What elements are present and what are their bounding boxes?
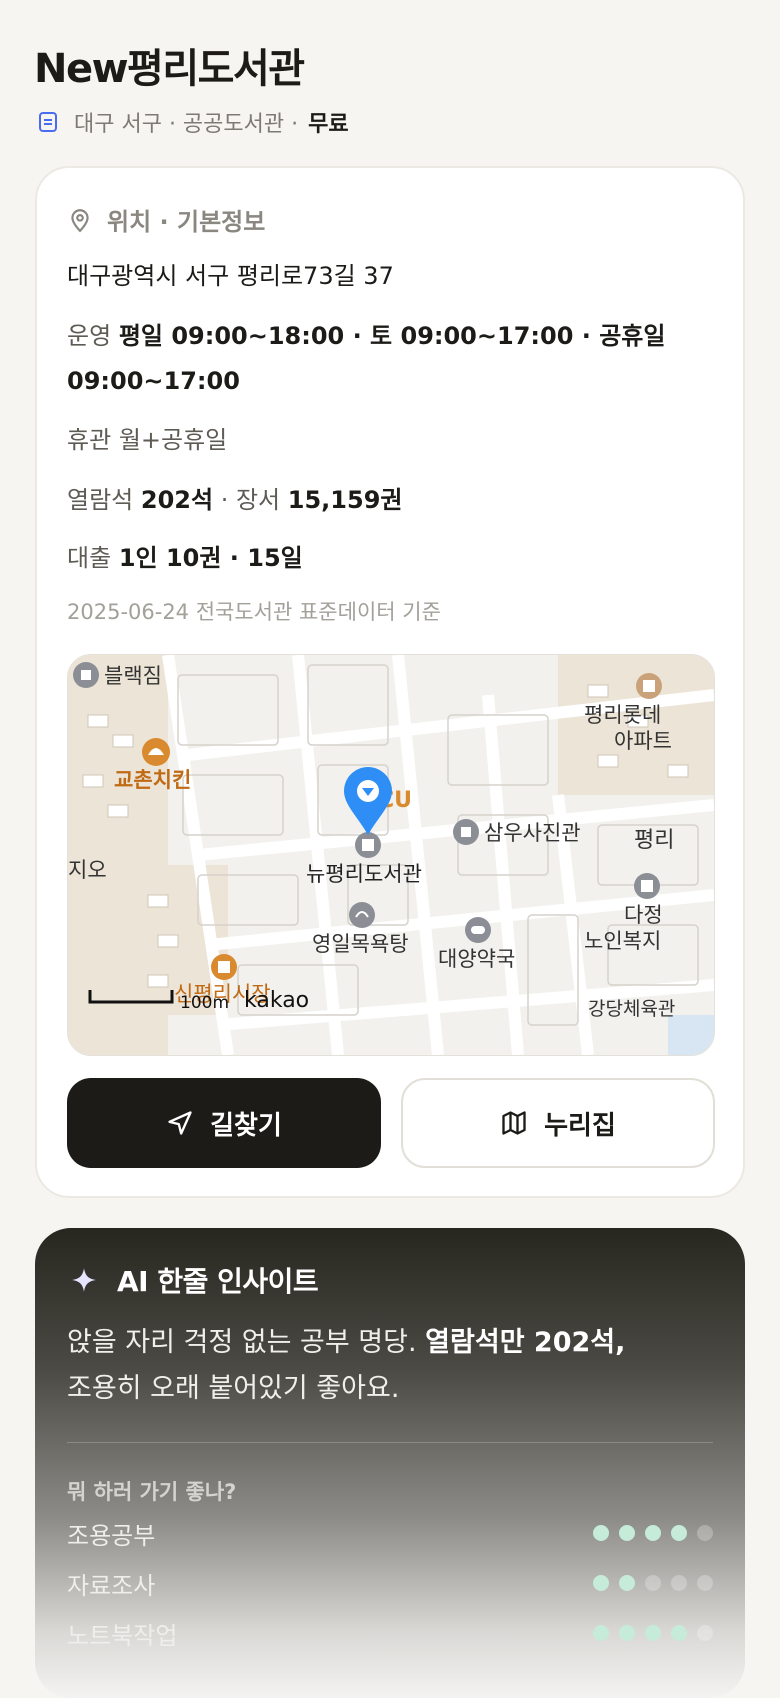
activity-row: 자료조사 [67, 1566, 713, 1600]
page-title: New평리도서관 [34, 46, 305, 92]
directions-label: 길찾기 [210, 1110, 282, 1141]
rating-dot [671, 1575, 687, 1591]
ai-text-bold: 열람석만 202석, [425, 1327, 626, 1358]
rating-dot [645, 1525, 661, 1541]
hours-value: 평일 09:00~18:00 · 토 09:00~17:00 · 공휴일 09:… [67, 322, 666, 395]
books-label: · 장서 [220, 486, 281, 514]
rating-dot [697, 1625, 713, 1641]
fee-badge: 무료 [308, 112, 349, 137]
info-card: 위치 · 기본정보 대구광역시 서구 평리로73길 37 운영 평일 09:00… [35, 166, 745, 1198]
rating-dot [593, 1575, 609, 1591]
activity-rating [593, 1625, 713, 1641]
ai-text-part1: 앉을 자리 걱정 없는 공부 명당. [67, 1327, 417, 1358]
location-pin-icon [71, 208, 89, 232]
ai-insight-card: AI 한줄 인사이트 앉을 자리 걱정 없는 공부 명당. 열람석만 202석,… [35, 1228, 745, 1698]
address: 대구광역시 서구 평리로73길 37 [67, 262, 394, 290]
map-label-blackzim: 블랙짐 [104, 664, 162, 688]
rating-dot [645, 1575, 661, 1591]
ai-insight-text: 앉을 자리 걱정 없는 공부 명당. 열람석만 202석, 조용히 오래 붙어있… [67, 1320, 687, 1412]
activity-label: 조용공부 [67, 1521, 156, 1550]
map-label-samwoo: 삼우사진관 [484, 821, 581, 845]
ai-text-part2: 조용히 오래 붙어있기 좋아요. [67, 1373, 400, 1404]
ai-title: AI 한줄 인사이트 [117, 1265, 319, 1298]
library-meta: 대구 서구 · 공공도서관 · 무료 [36, 106, 349, 138]
map-label-bath: 영일목욕탕 [312, 932, 409, 956]
rating-dot [619, 1625, 635, 1641]
seats-value: 202석 [140, 486, 214, 514]
divider [67, 1442, 713, 1443]
closed-value: 월+공휴일 [118, 426, 228, 454]
opening-hours: 운영 평일 09:00~18:00 · 토 09:00~17:00 · 공휴일 … [67, 314, 687, 404]
activity-label: 자료조사 [67, 1571, 156, 1600]
rating-dot [697, 1525, 713, 1541]
map-icon [502, 1111, 526, 1135]
document-icon [39, 112, 57, 132]
map-label-dajeong-2: 노인복지 [584, 929, 661, 953]
location-map[interactable]: 블랙짐 교촌치킨 지오 평리롯데 아파트 삼우사진관 평리 다정 노인복지 영일… [67, 654, 715, 1056]
section-heading: 위치 · 기본정보 [67, 202, 265, 237]
activity-row: 조용공부 [67, 1516, 713, 1550]
rating-dot [619, 1575, 635, 1591]
website-button[interactable]: 누리집 [401, 1078, 715, 1168]
closed-label: 휴관 [67, 426, 112, 454]
map-label-gangdang: 강당체육관 [588, 998, 675, 1020]
map-label-jio: 지오 [68, 858, 107, 882]
map-label-apt-1: 평리롯데 [584, 703, 661, 727]
map-label-pyeongri: 평리 [634, 828, 674, 853]
loan-policy: 대출 1인 10권 · 15일 [67, 538, 303, 573]
seats-and-books: 열람석 202석 · 장서 15,159권 [67, 480, 402, 515]
activity-rating [593, 1575, 713, 1591]
loan-label: 대출 [67, 544, 112, 572]
closed-days: 휴관 월+공휴일 [67, 420, 227, 455]
activity-label: 노트북작업 [67, 1621, 178, 1650]
activity-question: 뭐 하러 가기 좋나? [67, 1480, 237, 1504]
sparkle-icon [72, 1268, 96, 1292]
section-label: 위치 · 기본정보 [107, 208, 266, 236]
rating-dot [593, 1525, 609, 1541]
map-label-library: 뉴평리도서관 [306, 862, 422, 886]
map-scale-label: 100m [180, 993, 229, 1013]
rating-dot [697, 1575, 713, 1591]
map-label-kyochon: 교촌치킨 [114, 768, 191, 792]
location-marker-icon [344, 767, 392, 835]
rating-dot [593, 1625, 609, 1641]
data-source: 2025-06-24 전국도서관 표준데이터 기준 [67, 600, 441, 624]
rating-dot [671, 1625, 687, 1641]
activity-rating [593, 1525, 713, 1541]
books-value: 15,159권 [287, 486, 403, 514]
map-label-pharmacy: 대양약국 [438, 947, 515, 971]
directions-button[interactable]: 길찾기 [67, 1078, 381, 1168]
map-brand: kakao [244, 988, 309, 1013]
loan-value: 1인 10권 · 15일 [118, 544, 303, 572]
rating-dot [619, 1525, 635, 1541]
navigation-arrow-icon [168, 1111, 192, 1135]
hours-label: 운영 [67, 322, 112, 350]
map-label-apt-2: 아파트 [614, 729, 672, 753]
seats-label: 열람석 [67, 486, 134, 514]
rating-dot [645, 1625, 661, 1641]
activity-row: 노트북작업 [67, 1616, 713, 1650]
meta-text: 대구 서구 · 공공도서관 · [74, 112, 299, 137]
ai-heading: AI 한줄 인사이트 [71, 1260, 319, 1300]
map-label-dajeong-1: 다정 [624, 903, 663, 927]
rating-dot [671, 1525, 687, 1541]
website-label: 누리집 [544, 1110, 616, 1141]
